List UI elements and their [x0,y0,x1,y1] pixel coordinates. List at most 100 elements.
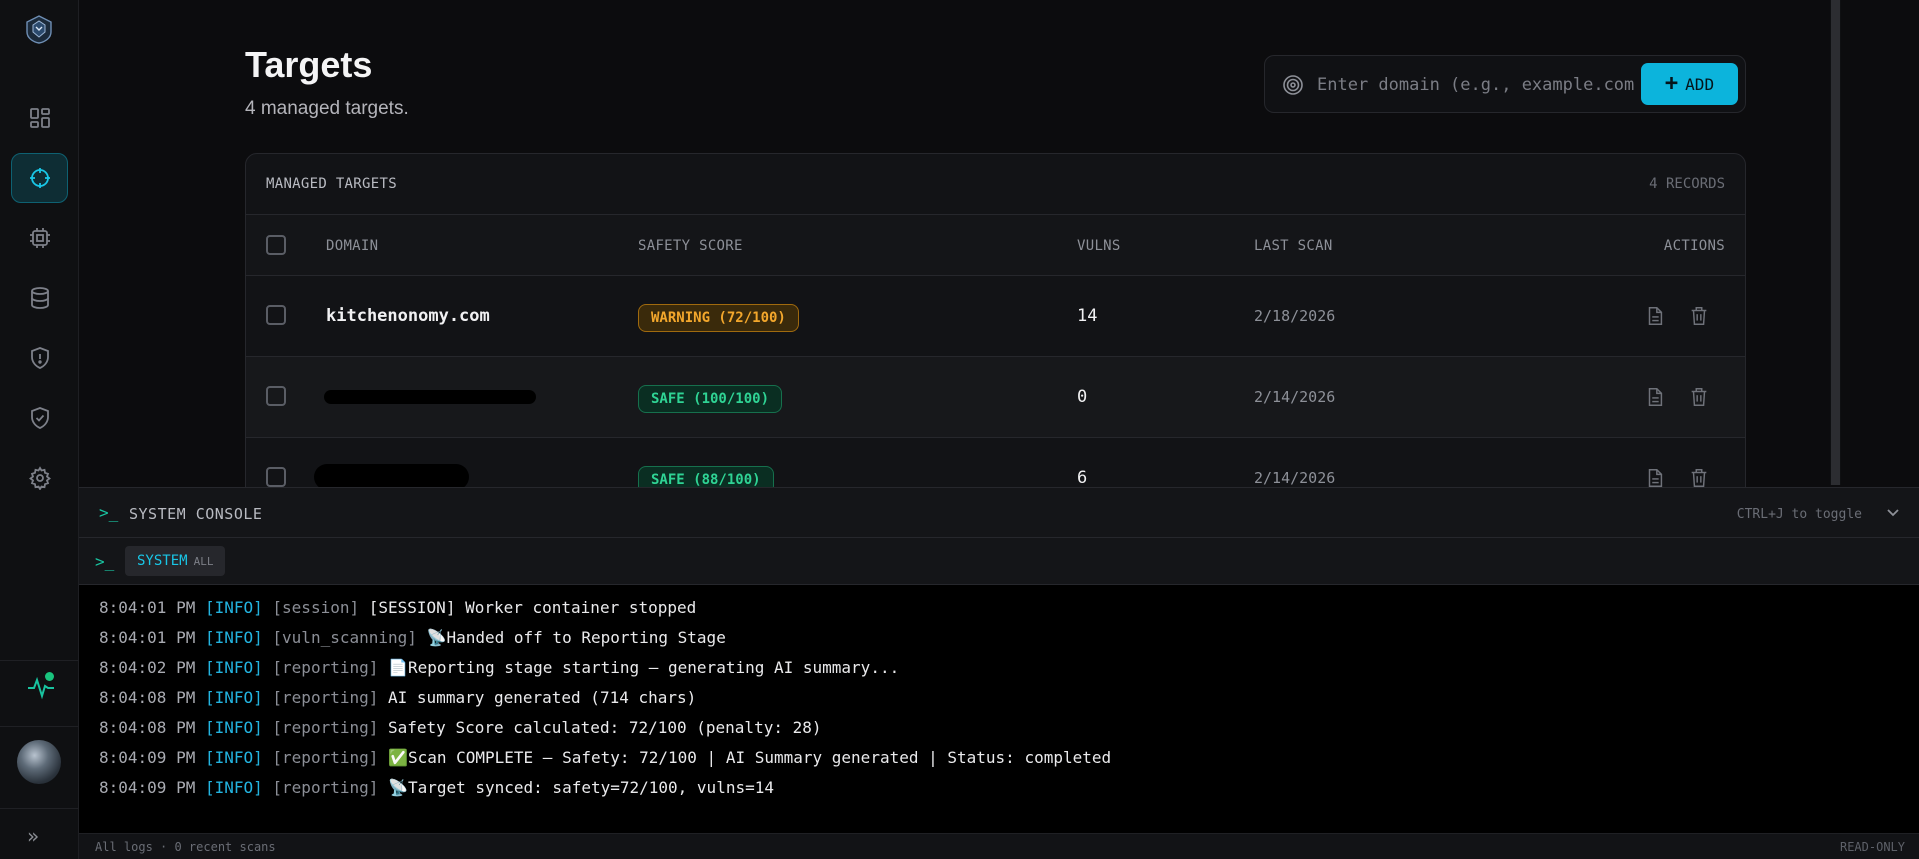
terminal-prompt-icon: >_ [95,552,115,571]
target-icon [1283,75,1303,95]
log-source: [reporting] [272,718,379,737]
log-source: [vuln_scanning] [272,628,417,647]
dashboard-icon [29,108,50,128]
log-message: AI summary generated (714 chars) [388,688,697,707]
log-time: 8:04:01 PM [99,628,196,647]
crosshair-icon [29,168,50,188]
status-online-dot [45,672,54,681]
page-subtitle: 4 managed targets. [245,98,409,119]
status-badge: WARNING (72/100) [638,304,799,332]
console-status-bar: All logs · 0 recent scans READ-ONLY [79,833,1919,859]
tab-filter: ALL [193,554,214,568]
row-checkbox[interactable] [266,386,286,406]
row-vulns: 0 [1077,387,1088,407]
add-target-button[interactable]: + ADD [1641,63,1738,105]
report-icon[interactable] [1644,386,1666,408]
app-logo-icon[interactable] [24,14,54,44]
select-all-checkbox[interactable] [266,235,286,255]
row-checkbox[interactable] [266,305,286,325]
nav-dashboard[interactable] [11,93,68,143]
avatar[interactable] [17,740,61,784]
table-row[interactable]: kitchenonomy.com WARNING (72/100) 14 2/1… [246,276,1745,357]
row-checkbox[interactable] [266,467,286,487]
log-level: [INFO] [204,598,263,617]
log-output: 8:04:01 PM [INFO] [session] [SESSION] Wo… [99,593,1899,803]
log-source: [reporting] [272,688,379,707]
log-time: 8:04:01 PM [99,598,196,617]
log-message: [SESSION] Worker container stopped [368,598,697,617]
log-message: 📡Handed off to Reporting Stage [426,628,726,647]
log-source: [reporting] [272,658,379,677]
nav-database[interactable] [11,273,68,323]
table-column-headers: DOMAIN SAFETY SCORE VULNS LAST SCAN ACTI… [246,215,1745,276]
log-time: 8:04:02 PM [99,658,196,677]
log-line: 8:04:01 PM [INFO] [session] [SESSION] Wo… [99,593,1899,623]
system-console: >_ SYSTEM CONSOLE CTRL+J to toggle >_ SY… [79,487,1919,859]
status-badge: SAFE (100/100) [638,385,783,413]
database-icon [30,287,49,309]
nav-settings[interactable] [11,453,68,503]
row-vulns: 6 [1077,468,1088,488]
log-summary: All logs · 0 recent scans [95,840,276,854]
cpu-chip-icon [29,228,50,248]
log-level: [INFO] [204,628,263,647]
log-time: 8:04:08 PM [99,718,196,737]
add-button-label: ADD [1685,74,1715,94]
row-domain[interactable]: kitchenonomy.com [326,306,490,326]
row-last-scan: 2/14/2026 [1254,469,1336,487]
sidebar: » [0,0,79,859]
row-last-scan: 2/14/2026 [1254,388,1336,406]
console-title-bar[interactable]: >_ SYSTEM CONSOLE CTRL+J to toggle [79,488,1919,538]
shield-alert-icon [30,347,49,369]
nav-targets[interactable] [11,153,68,203]
log-level: [INFO] [204,658,263,677]
log-line: 8:04:02 PM [INFO] [reporting] 📄Reporting… [99,653,1899,683]
log-message: Safety Score calculated: 72/100 (penalty… [388,718,822,737]
log-level: [INFO] [204,778,263,797]
gear-icon [28,466,51,490]
row-last-scan: 2/18/2026 [1254,307,1336,325]
trash-icon[interactable] [1688,305,1710,327]
console-shortcut-hint: CTRL+J to toggle [1736,507,1862,522]
table-row[interactable]: SAFE (100/100) 0 2/14/2026 [246,357,1745,438]
sidebar-divider [0,726,79,727]
chevron-down-icon[interactable] [1885,504,1901,520]
sidebar-divider [0,660,79,661]
log-source: [reporting] [272,748,379,767]
tab-label: SYSTEM [137,553,188,569]
redacted-domain [324,390,536,404]
terminal-prompt-icon: >_ [99,503,119,522]
log-source: [reporting] [272,778,379,797]
main-content: Targets 4 managed targets. + ADD MANAGED… [79,0,1919,553]
column-last-scan[interactable]: LAST SCAN [1254,238,1333,254]
log-line: 8:04:08 PM [INFO] [reporting] Safety Sco… [99,713,1899,743]
nav-workers[interactable] [11,213,68,263]
column-safety-score[interactable]: SAFETY SCORE [638,238,743,254]
column-vulns[interactable]: VULNS [1077,238,1121,254]
main-scrollbar-thumb[interactable] [1831,0,1840,485]
log-message: ✅Scan COMPLETE — Safety: 72/100 | AI Sum… [388,748,1112,767]
trash-icon[interactable] [1688,467,1710,489]
log-source: [session] [272,598,360,617]
report-icon[interactable] [1644,305,1666,327]
log-level: [INFO] [204,718,263,737]
trash-icon[interactable] [1688,386,1710,408]
page-title: Targets [245,44,373,85]
domain-input[interactable] [1317,70,1635,100]
expand-sidebar-icon[interactable]: » [27,826,51,846]
log-line: 8:04:08 PM [INFO] [reporting] AI summary… [99,683,1899,713]
console-title: SYSTEM CONSOLE [129,505,263,523]
report-icon[interactable] [1644,467,1666,489]
plus-icon: + [1664,71,1679,96]
column-domain[interactable]: DOMAIN [326,238,378,254]
table-title: MANAGED TARGETS [266,176,397,192]
records-count: 4 RECORDS [1649,176,1725,192]
nav-compliance[interactable] [11,393,68,443]
table-header-bar: MANAGED TARGETS 4 RECORDS [246,154,1745,215]
tab-system[interactable]: SYSTEM ALL [125,546,226,576]
nav-vulnerabilities[interactable] [11,333,68,383]
log-time: 8:04:09 PM [99,778,196,797]
log-level: [INFO] [204,748,263,767]
log-message: 📡Target synced: safety=72/100, vulns=14 [388,778,774,797]
log-message: 📄Reporting stage starting — generating A… [388,658,900,677]
